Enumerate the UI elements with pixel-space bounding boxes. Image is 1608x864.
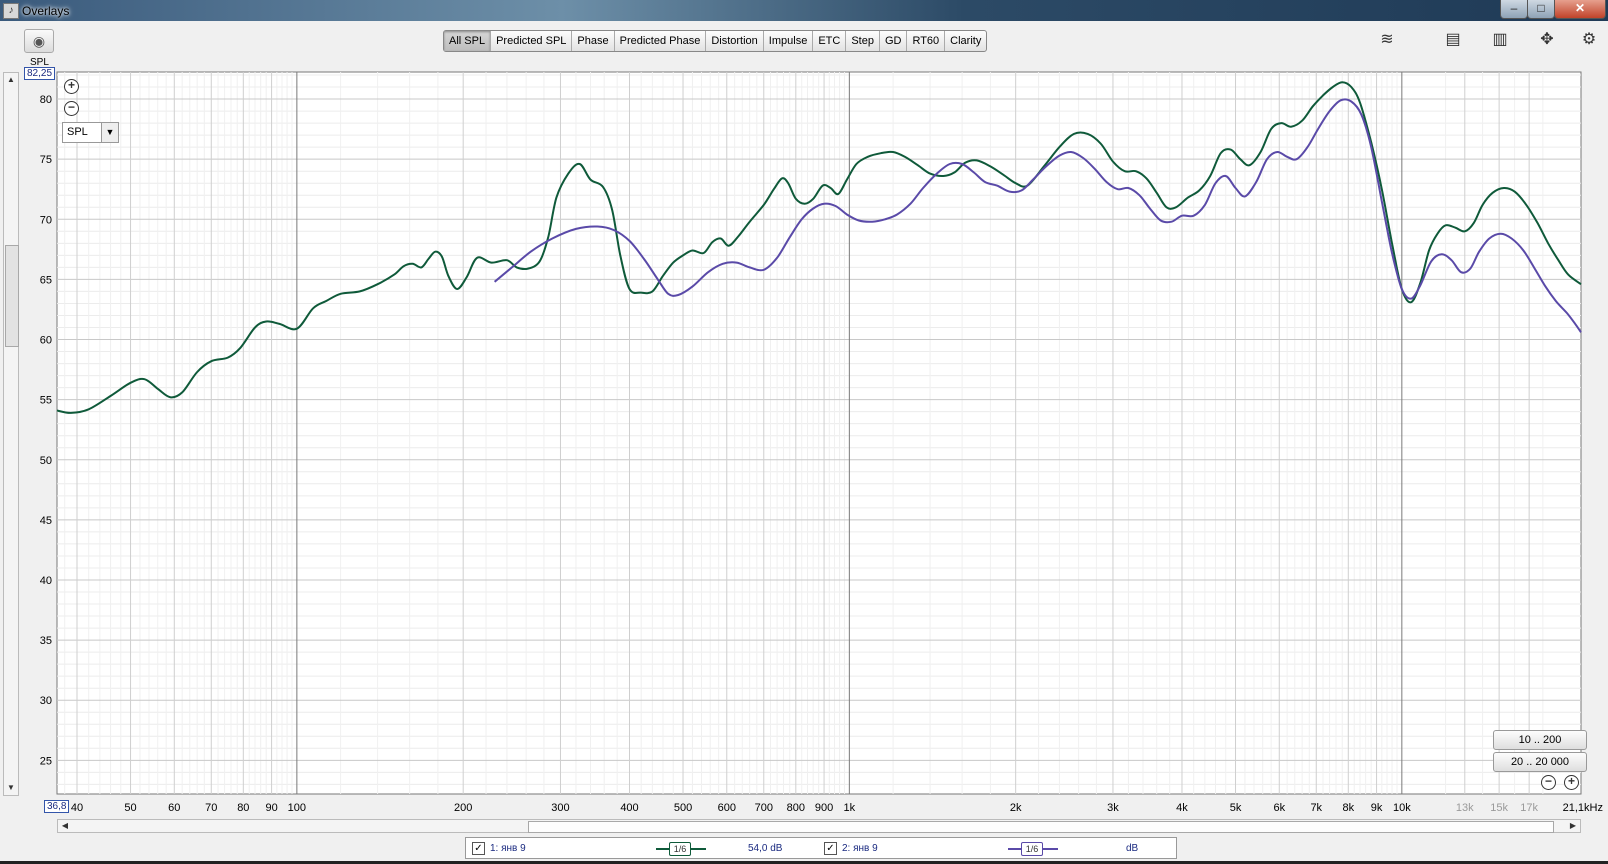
zoom-in-horizontal-icon[interactable]: + xyxy=(1564,775,1579,790)
x-tick-label: 50 xyxy=(124,802,136,814)
legend-item-1-checkbox[interactable]: ✓ xyxy=(472,842,485,855)
y-tick-label: 65 xyxy=(40,274,52,286)
x-tick-label: 13k xyxy=(1456,802,1474,814)
x-tick-label: 8k xyxy=(1342,802,1354,814)
legend-item-2-checkbox[interactable]: ✓ xyxy=(824,842,837,855)
y-tick-label: 60 xyxy=(40,335,52,347)
x-tick-label: 3k xyxy=(1107,802,1119,814)
chevron-down-icon[interactable]: ▼ xyxy=(101,123,118,142)
scroll-left-arrow-icon[interactable]: ◀ xyxy=(58,820,72,832)
range-10-200-button[interactable]: 10 .. 200 xyxy=(1493,730,1587,750)
y-tick-label: 40 xyxy=(40,575,52,587)
x-tick-label: 70 xyxy=(205,802,217,814)
legend-item-1-level: 54,0 dB xyxy=(748,843,783,854)
x-tick-label: 10k xyxy=(1393,802,1411,814)
zoom-out-horizontal-icon[interactable]: − xyxy=(1541,775,1556,790)
legend-item-2-level: dB xyxy=(1126,843,1139,854)
x-tick-label: 21,1kHz xyxy=(1563,802,1603,814)
x-tick-label: 90 xyxy=(265,802,277,814)
x-tick-label: 15k xyxy=(1490,802,1508,814)
x-tick-label: 800 xyxy=(787,802,805,814)
x-tick-label: 900 xyxy=(815,802,833,814)
x-tick-label: 9k xyxy=(1371,802,1383,814)
x-tick-label: 100 xyxy=(288,802,306,814)
y-axis-type-select[interactable]: SPL ▼ xyxy=(62,122,119,143)
x-tick-label: 300 xyxy=(551,802,569,814)
x-tick-label: 7k xyxy=(1310,802,1322,814)
y-tick-label: 50 xyxy=(40,455,52,467)
horizontal-scroll-thumb[interactable] xyxy=(528,821,1554,833)
range-20-20000-button[interactable]: 20 .. 20 000 xyxy=(1493,752,1587,772)
y-tick-label: 80 xyxy=(40,94,52,106)
x-tick-label: 2k xyxy=(1010,802,1022,814)
legend-item-1-smoothing[interactable]: 1/6 xyxy=(669,842,691,856)
x-tick-label: 40 xyxy=(71,802,83,814)
x-tick-label: 4k xyxy=(1176,802,1188,814)
legend-panel: ✓ 1: янв 9 1/6 54,0 dB ✓ 2: янв 9 1/6 dB xyxy=(465,837,1177,859)
y-tick-label: 70 xyxy=(40,214,52,226)
y-tick-label: 45 xyxy=(40,515,52,527)
zoom-out-vertical-icon[interactable]: − xyxy=(64,101,79,116)
spl-overlay-chart: 25 30 35 40 45 50 55 60 65 70 75 80 40 50 60 70 80 90 100… xyxy=(40,71,1603,814)
legend-item-2-smoothing[interactable]: 1/6 xyxy=(1021,842,1043,856)
y-tick-label: 35 xyxy=(40,635,52,647)
x-tick-label: 500 xyxy=(674,802,692,814)
legend-item-2-name: 2: янв 9 xyxy=(842,843,878,854)
y-tick-label: 30 xyxy=(40,695,52,707)
x-tick-label: 700 xyxy=(755,802,773,814)
x-tick-label: 5k xyxy=(1230,802,1242,814)
x-tick-label: 60 xyxy=(168,802,180,814)
y-tick-label: 25 xyxy=(40,755,52,767)
x-tick-label: 6k xyxy=(1273,802,1285,814)
x-tick-label: 1k xyxy=(844,802,856,814)
x-tick-label: 17k xyxy=(1520,802,1538,814)
x-tick-label: 80 xyxy=(237,802,249,814)
y-tick-label: 55 xyxy=(40,395,52,407)
x-tick-label: 600 xyxy=(718,802,736,814)
y-tick-label: 75 xyxy=(40,154,52,166)
x-tick-label: 400 xyxy=(620,802,638,814)
scroll-right-arrow-icon[interactable]: ▶ xyxy=(1566,820,1580,832)
legend-item-1-name: 1: янв 9 xyxy=(490,843,526,854)
zoom-in-vertical-icon[interactable]: + xyxy=(64,79,79,94)
y-axis-type-value: SPL xyxy=(67,126,88,138)
x-tick-label: 200 xyxy=(454,802,472,814)
horizontal-scrollbar[interactable]: ◀ ▶ xyxy=(57,819,1581,833)
